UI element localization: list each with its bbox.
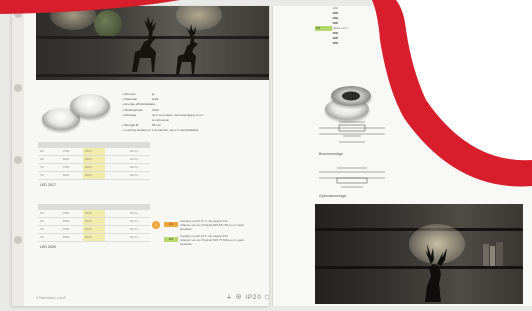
red-band-top — [0, 0, 180, 14]
catalog-spread: » Dimmen ja » Materiaal staal » Energie-ef… — [0, 0, 532, 311]
red-swoosh-graphic — [0, 0, 532, 187]
